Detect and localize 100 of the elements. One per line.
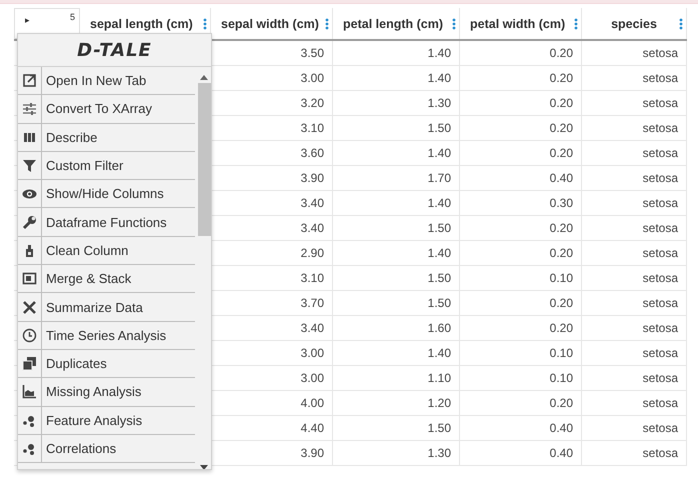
menu-item[interactable]: Custom Filter [18,152,196,180]
table-cell: setosa [642,296,678,310]
area-chart-icon [22,384,37,400]
table-cell: 1.60 [428,321,451,335]
expand-toggle[interactable]: ▸ [25,15,30,25]
table-cell: 0.20 [550,46,573,60]
table-cell: setosa [642,396,678,410]
table-cell: 3.10 [300,271,324,285]
column-header[interactable]: sepal width (cm) [221,16,319,30]
menu-item[interactable]: Correlations [18,434,196,464]
table-cell: 3.00 [300,71,324,85]
menu-item[interactable]: Open In New Tab [18,67,196,96]
table-cell: setosa [642,146,678,160]
scroll-up-icon [200,75,208,80]
table-cell: 0.20 [550,146,573,160]
table-cell: 3.90 [300,446,324,460]
table-cell: 3.00 [300,371,324,385]
table-cell: 1.50 [428,271,451,285]
table-cell: setosa [642,421,678,435]
table-cell: 0.40 [550,446,573,460]
table-cell: 1.40 [428,346,451,360]
table-cell: 0.20 [550,221,573,235]
table-cell: 3.10 [300,121,324,135]
table-cell: 1.20 [428,396,451,410]
table-cell: 1.30 [428,96,451,110]
table-cell: 3.70 [300,296,324,310]
menu-item[interactable]: Duplicates [18,350,196,378]
scroll-thumb[interactable] [198,83,211,236]
table-cell: 1.40 [428,146,451,160]
table-cell: 3.90 [300,171,324,185]
frame-icon [22,271,37,286]
column-header[interactable]: petal length (cm) [343,16,444,30]
column-menu-icon [203,18,207,30]
column-menu-icon [325,18,329,30]
dots-icon [22,441,37,456]
column-count: 5 [70,12,75,22]
table-cell: 3.60 [300,146,324,160]
clock-icon [22,328,37,343]
menu-item[interactable]: Merge & Stack [18,265,196,294]
filter-icon [22,158,37,174]
table-cell: setosa [642,246,678,260]
table-cell: 1.30 [428,446,451,460]
column-header[interactable]: species [611,16,657,30]
table-cell: 0.20 [550,321,573,335]
table-cell: 0.20 [550,121,573,135]
table-cell: 1.50 [428,296,451,310]
table-cell: 0.20 [550,96,573,110]
table-cell: 1.50 [428,421,451,435]
scroll-down-icon [200,465,208,469]
table-cell: 0.20 [550,71,573,85]
column-menu-icon [679,18,683,30]
external-link-icon [22,73,37,88]
table-cell: 1.10 [428,371,451,385]
table-cell: setosa [642,71,678,85]
copies-icon [22,356,37,372]
column-header[interactable]: petal width (cm) [470,16,566,30]
table-cell: setosa [642,321,678,335]
table-cell: 0.20 [550,396,573,410]
table-cell: 0.10 [550,346,573,360]
menu-item[interactable]: Time Series Analysis [18,322,196,350]
wrench-icon [22,214,37,230]
table-cell: setosa [642,446,678,460]
table-cell: setosa [642,196,678,210]
table-cell: 1.40 [428,71,451,85]
table-cell: 0.40 [550,421,573,435]
table-cell: 3.50 [300,46,324,60]
table-cell: 0.10 [550,371,573,385]
table-cell: setosa [642,46,678,60]
table-cell: 3.00 [300,346,324,360]
table-cell: setosa [642,221,678,235]
table-cell: 2.90 [300,246,324,260]
column-header[interactable]: sepal length (cm) [90,16,193,30]
table-cell: setosa [642,121,678,135]
table-cell: 0.30 [550,196,573,210]
table-cell: 1.40 [428,196,451,210]
table-cell: 0.20 [550,246,573,260]
table-cell: 1.50 [428,121,451,135]
table-cell: setosa [642,96,678,110]
menu-item[interactable]: Show/Hide Columns [18,180,196,208]
menu-item[interactable]: Describe [18,124,196,152]
table-cell: 3.40 [300,196,324,210]
table-cell: setosa [642,271,678,285]
table-cell: 3.40 [300,321,324,335]
column-menu-icon [574,18,578,30]
table-cell: 0.40 [550,171,573,185]
menu-item[interactable]: Clean Column [18,236,196,266]
table-cell: 4.40 [300,421,324,435]
table-cell: setosa [642,346,678,360]
table-cell: 1.50 [428,221,451,235]
menu-item[interactable]: Dataframe Functions [18,208,196,237]
table-cell: 0.20 [550,296,573,310]
menu-item[interactable]: Summarize Data [18,293,196,322]
menu-item[interactable]: Feature Analysis [18,406,196,435]
sliders-icon [22,101,37,116]
table-cell: 0.10 [550,271,573,285]
table-cell: 1.70 [428,171,451,185]
menu-item[interactable]: Missing Analysis [18,378,196,407]
logo: D-TALE [77,40,152,60]
menu-item[interactable]: Convert To XArray [18,95,196,124]
table-cell: 1.40 [428,46,451,60]
